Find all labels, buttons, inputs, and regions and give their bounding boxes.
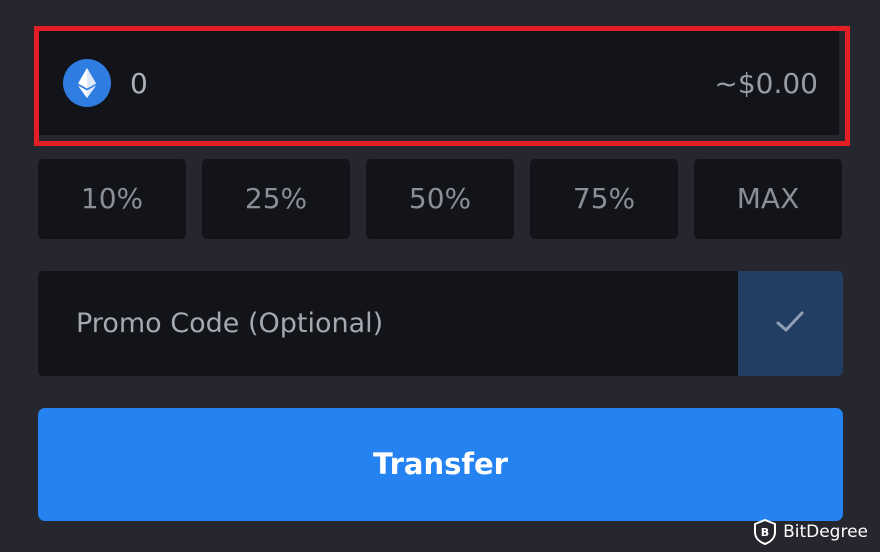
watermark-text: BitDegree <box>783 522 868 542</box>
max-button[interactable]: MAX <box>694 159 842 239</box>
amount-value[interactable]: 0 <box>130 66 148 102</box>
percent-25-button[interactable]: 25% <box>202 159 350 239</box>
ethereum-icon <box>63 59 111 107</box>
bitdegree-shield-icon: B <box>753 519 777 545</box>
percent-75-button[interactable]: 75% <box>530 159 678 239</box>
bitdegree-watermark: B BitDegree <box>753 518 868 546</box>
check-icon <box>776 311 804 332</box>
promo-apply-button[interactable] <box>738 271 843 376</box>
amount-fiat-value: ~$0.00 <box>714 67 818 100</box>
promo-code-group <box>38 271 843 376</box>
percent-50-button[interactable]: 50% <box>366 159 514 239</box>
promo-code-input[interactable] <box>38 271 738 376</box>
percent-10-button[interactable]: 10% <box>38 159 186 239</box>
percentage-buttons: 10% 25% 50% 75% MAX <box>38 159 842 239</box>
svg-text:B: B <box>761 526 769 539</box>
transfer-button[interactable]: Transfer <box>38 408 843 521</box>
